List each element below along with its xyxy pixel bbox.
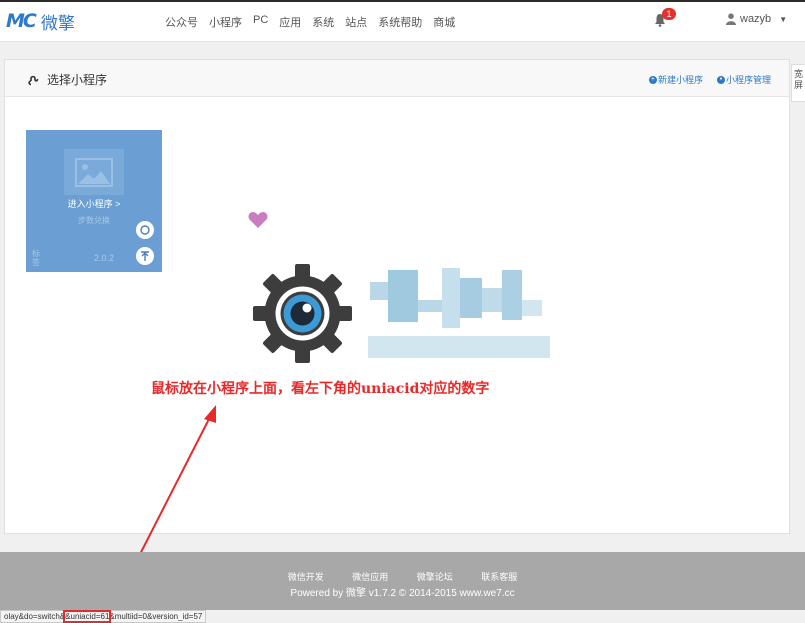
- browser-status-bar: olay&do=switch&&uniacid=61&multiid=0&ver…: [0, 610, 207, 623]
- manage-mini-program-label: 小程序管理: [725, 75, 771, 85]
- version-label: 2.0.2: [94, 253, 115, 263]
- manage-mini-program-link[interactable]: • 小程序管理: [716, 73, 771, 86]
- card-tag: 标签: [32, 249, 40, 267]
- panel-title-text: 选择小程序: [47, 73, 108, 87]
- gear-icon: •: [716, 75, 725, 84]
- heart-icon: [248, 212, 268, 228]
- footer-links: 微信开发 微信应用 微擎论坛 联系客服: [0, 570, 805, 583]
- footer-link-support[interactable]: 联系客服: [481, 572, 517, 582]
- image-placeholder-icon: [75, 158, 113, 187]
- footer-link-wechat-apps[interactable]: 微信应用: [352, 572, 388, 582]
- mini-program-card[interactable]: 进入小程序 > 步数兑换 标签 2.0.2: [26, 130, 162, 272]
- panel-header: 选择小程序 + 新建小程序 • 小程序管理: [5, 60, 789, 97]
- footer: 微信开发 微信应用 微擎论坛 联系客服 Powered by 微擎 v1.7.2…: [0, 552, 805, 610]
- mini-program-thumbnail: [64, 149, 124, 195]
- enter-mini-program-label[interactable]: 进入小程序 >: [26, 197, 162, 210]
- nav-item-help[interactable]: 系统帮助: [378, 14, 422, 30]
- mini-program-icon: [28, 75, 39, 85]
- refresh-icon: [140, 225, 150, 235]
- pin-top-button[interactable]: [136, 247, 154, 265]
- panel-actions: + 新建小程序 • 小程序管理: [635, 73, 771, 86]
- nav-item-mini-program[interactable]: 小程序: [209, 14, 242, 30]
- top-navbar: MC 微擎 公众号 小程序 PC 应用 系统 站点 系统帮助 商城 1 wazy…: [0, 0, 805, 42]
- status-url-uniacid: &uniacid=61: [63, 610, 112, 623]
- wide-screen-toggle[interactable]: 宽屏: [791, 64, 805, 102]
- main-nav: 公众号 小程序 PC 应用 系统 站点 系统帮助 商城: [165, 14, 466, 30]
- nav-item-system[interactable]: 系统: [312, 14, 334, 30]
- logo-text: 微擎: [40, 13, 75, 34]
- status-url-prefix: olay&do=switch&: [4, 612, 66, 621]
- footer-copyright: Powered by 微擎 v1.7.2 © 2014-2015 www.we7…: [290, 588, 515, 599]
- footer-link-forum[interactable]: 微擎论坛: [417, 572, 453, 582]
- nav-item-site[interactable]: 站点: [345, 14, 367, 30]
- nav-item-pc[interactable]: PC: [253, 14, 268, 30]
- footer-link-wechat-dev[interactable]: 微信开发: [288, 572, 324, 582]
- nav-item-apps[interactable]: 应用: [279, 14, 301, 30]
- status-url-suffix: &multiid=0&version_id=57: [109, 612, 203, 621]
- username: wazyb: [740, 13, 772, 25]
- nav-item-official-account[interactable]: 公众号: [165, 14, 198, 30]
- notification-badge: 1: [662, 8, 676, 20]
- user-menu[interactable]: wazyb ▼: [726, 13, 787, 25]
- refresh-button[interactable]: [136, 221, 154, 239]
- arrow-up-icon: [141, 251, 149, 261]
- new-mini-program-link[interactable]: + 新建小程序: [648, 73, 703, 86]
- user-icon: [726, 13, 736, 25]
- plus-icon: +: [648, 75, 657, 84]
- nav-item-store[interactable]: 商城: [433, 14, 455, 30]
- new-mini-program-label: 新建小程序: [657, 75, 703, 85]
- panel-title: 选择小程序: [27, 71, 107, 88]
- caret-down-icon: ▼: [779, 14, 788, 24]
- logo[interactable]: MC 微擎: [6, 10, 75, 34]
- logo-mark: MC: [6, 10, 37, 32]
- watermark-gear-eye-icon: [253, 264, 352, 363]
